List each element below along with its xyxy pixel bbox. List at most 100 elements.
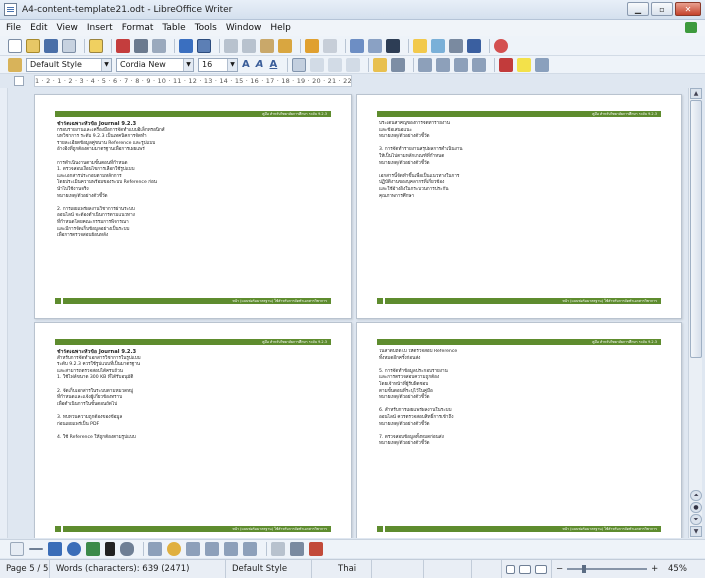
navigation-icon[interactable]: ● xyxy=(690,502,702,513)
next-page-icon[interactable]: ⏷ xyxy=(690,514,702,525)
selection-mode[interactable] xyxy=(424,559,472,578)
bold-icon[interactable]: A xyxy=(242,59,250,70)
scroll-up-icon[interactable]: ▲ xyxy=(690,88,702,99)
callout-icon[interactable] xyxy=(120,542,134,556)
align-center-icon[interactable] xyxy=(310,57,325,72)
font-color-icon[interactable] xyxy=(499,57,514,72)
underline-icon[interactable]: A xyxy=(270,59,278,70)
font-name-select[interactable]: Cordia New ▼ xyxy=(116,57,194,72)
zoom-slider[interactable] xyxy=(567,565,648,573)
zoom-slider-knob[interactable] xyxy=(581,565,586,573)
menu-tools[interactable]: Tools xyxy=(195,23,217,33)
bullets-icon[interactable] xyxy=(436,57,451,72)
increase-indent-icon[interactable] xyxy=(472,57,487,72)
insert-mode[interactable] xyxy=(372,559,424,578)
menu-insert[interactable]: Insert xyxy=(87,23,113,33)
update-notification-icon[interactable] xyxy=(685,22,697,33)
page-count[interactable]: Page 5 / 5 xyxy=(0,559,50,578)
highlighting-icon[interactable] xyxy=(517,57,532,72)
navigator-icon[interactable] xyxy=(386,38,400,53)
menu-format[interactable]: Format xyxy=(122,23,154,33)
rectangle-icon[interactable] xyxy=(48,542,62,556)
page-body[interactable]: ชำร์ตเฉพาะหัวข้อ Journal 9.2.3 กรอบรายงาน… xyxy=(57,121,331,240)
styles-formatting-icon[interactable] xyxy=(8,57,22,72)
menu-view[interactable]: View xyxy=(57,23,78,33)
zoom-percent[interactable]: 45% xyxy=(664,560,704,578)
export-pdf-icon[interactable] xyxy=(116,38,130,53)
curve-icon[interactable] xyxy=(86,542,100,556)
line-icon[interactable] xyxy=(29,548,43,550)
chevron-down-icon[interactable]: ▼ xyxy=(101,58,111,71)
zoom-control[interactable]: − + xyxy=(552,560,664,578)
hyperlink-icon[interactable] xyxy=(350,38,364,53)
save-icon[interactable] xyxy=(44,38,58,53)
chevron-down-icon[interactable]: ▼ xyxy=(183,58,193,71)
points-icon[interactable] xyxy=(271,542,285,556)
restore-icon[interactable]: ▫ xyxy=(651,2,673,16)
help-icon[interactable] xyxy=(494,38,508,53)
page-2[interactable]: คู่มือ สำหรับวิทยาลัยการศึกษา ระดับ 9.2.… xyxy=(356,94,682,319)
word-count[interactable]: Words (characters): 639 (2471) xyxy=(50,559,226,578)
multi-page-view-icon[interactable] xyxy=(519,564,531,574)
undo-icon[interactable] xyxy=(305,38,319,53)
print-icon[interactable] xyxy=(134,38,148,53)
ellipse-icon[interactable] xyxy=(67,542,81,556)
italic-icon[interactable]: A xyxy=(256,59,264,70)
menu-window[interactable]: Window xyxy=(226,23,262,33)
align-justify-icon[interactable] xyxy=(346,57,361,72)
autospellcheck-icon[interactable] xyxy=(197,38,211,53)
page-body[interactable]: ในลำดับถัดไป ให้ตรวจสอบ Reference ทั้งหม… xyxy=(379,349,661,448)
redo-icon[interactable] xyxy=(323,38,337,53)
numbering-icon[interactable] xyxy=(418,57,433,72)
menu-help[interactable]: Help xyxy=(270,23,291,33)
line-spacing-icon[interactable] xyxy=(373,57,388,72)
single-page-view-icon[interactable] xyxy=(506,564,515,574)
align-left-icon[interactable] xyxy=(292,57,307,72)
document-canvas[interactable]: คู่มือ สำหรับวิทยาลัยการศึกษา ระดับ 9.2.… xyxy=(0,88,688,538)
text-language[interactable]: Thai xyxy=(312,559,372,578)
extrusion-icon[interactable] xyxy=(309,542,323,556)
zoom-out-icon[interactable]: − xyxy=(556,564,563,574)
table-icon[interactable] xyxy=(368,38,382,53)
background-color-icon[interactable] xyxy=(535,57,550,72)
paragraph-style-select[interactable]: Default Style ▼ xyxy=(26,57,112,72)
vertical-scrollbar[interactable]: ▲ ⏶ ● ⏷ ▼ xyxy=(688,88,702,538)
scrollbar-thumb[interactable] xyxy=(690,100,702,358)
book-view-icon[interactable] xyxy=(535,564,547,574)
text-box-icon[interactable] xyxy=(105,542,115,556)
paste-icon[interactable] xyxy=(260,38,274,53)
select-pointer-icon[interactable] xyxy=(10,542,24,556)
page-style[interactable]: Default Style xyxy=(226,559,312,578)
page-1[interactable]: คู่มือ สำหรับวิทยาลัยการศึกษา ระดับ 9.2.… xyxy=(34,94,352,319)
tab-stop-selector[interactable] xyxy=(14,76,24,86)
gallery-icon[interactable] xyxy=(413,38,427,53)
font-size-select[interactable]: 16 ▼ xyxy=(198,57,238,72)
previous-page-icon[interactable]: ⏶ xyxy=(690,490,702,501)
view-layout[interactable] xyxy=(502,559,552,578)
pilcrow-icon[interactable] xyxy=(467,38,481,53)
zoom-in-icon[interactable]: + xyxy=(651,564,658,574)
page-4[interactable]: คู่มือ สำหรับวิทยาลัยการศึกษา ระดับ 9.2.… xyxy=(356,322,682,538)
data-sources-icon[interactable] xyxy=(431,38,445,53)
new-document-icon[interactable] xyxy=(8,38,22,53)
minimize-icon[interactable]: ▁ xyxy=(627,2,649,16)
page-3[interactable]: คู่มือ สำหรับวิทยาลัยการศึกษา ระดับ 9.2.… xyxy=(34,322,352,538)
page-body[interactable]: ประเด็นสำคัญของการจัดทำรายงาน และข้อเสนอ… xyxy=(379,121,661,200)
menu-file[interactable]: File xyxy=(6,23,21,33)
clone-formatting-icon[interactable] xyxy=(278,38,292,53)
stars-icon[interactable] xyxy=(243,542,257,556)
print-preview-icon[interactable] xyxy=(152,38,166,53)
block-arrows-icon[interactable] xyxy=(186,542,200,556)
callouts-icon[interactable] xyxy=(224,542,238,556)
page-body[interactable]: ชำร์ตเฉพาะหัวข้อ Journal 9.2.3 สำหรับการจ… xyxy=(57,349,331,441)
menu-table[interactable]: Table xyxy=(162,23,185,33)
formatting-marks-icon[interactable] xyxy=(449,38,463,53)
paragraph-spacing-icon[interactable] xyxy=(391,57,406,72)
basic-shapes-icon[interactable] xyxy=(148,542,162,556)
open-folder-icon[interactable] xyxy=(26,38,40,53)
close-icon[interactable]: ✕ xyxy=(675,2,701,16)
menu-edit[interactable]: Edit xyxy=(30,23,47,33)
scroll-down-icon[interactable]: ▼ xyxy=(690,526,702,537)
align-right-icon[interactable] xyxy=(328,57,343,72)
symbol-shapes-icon[interactable] xyxy=(167,542,181,556)
